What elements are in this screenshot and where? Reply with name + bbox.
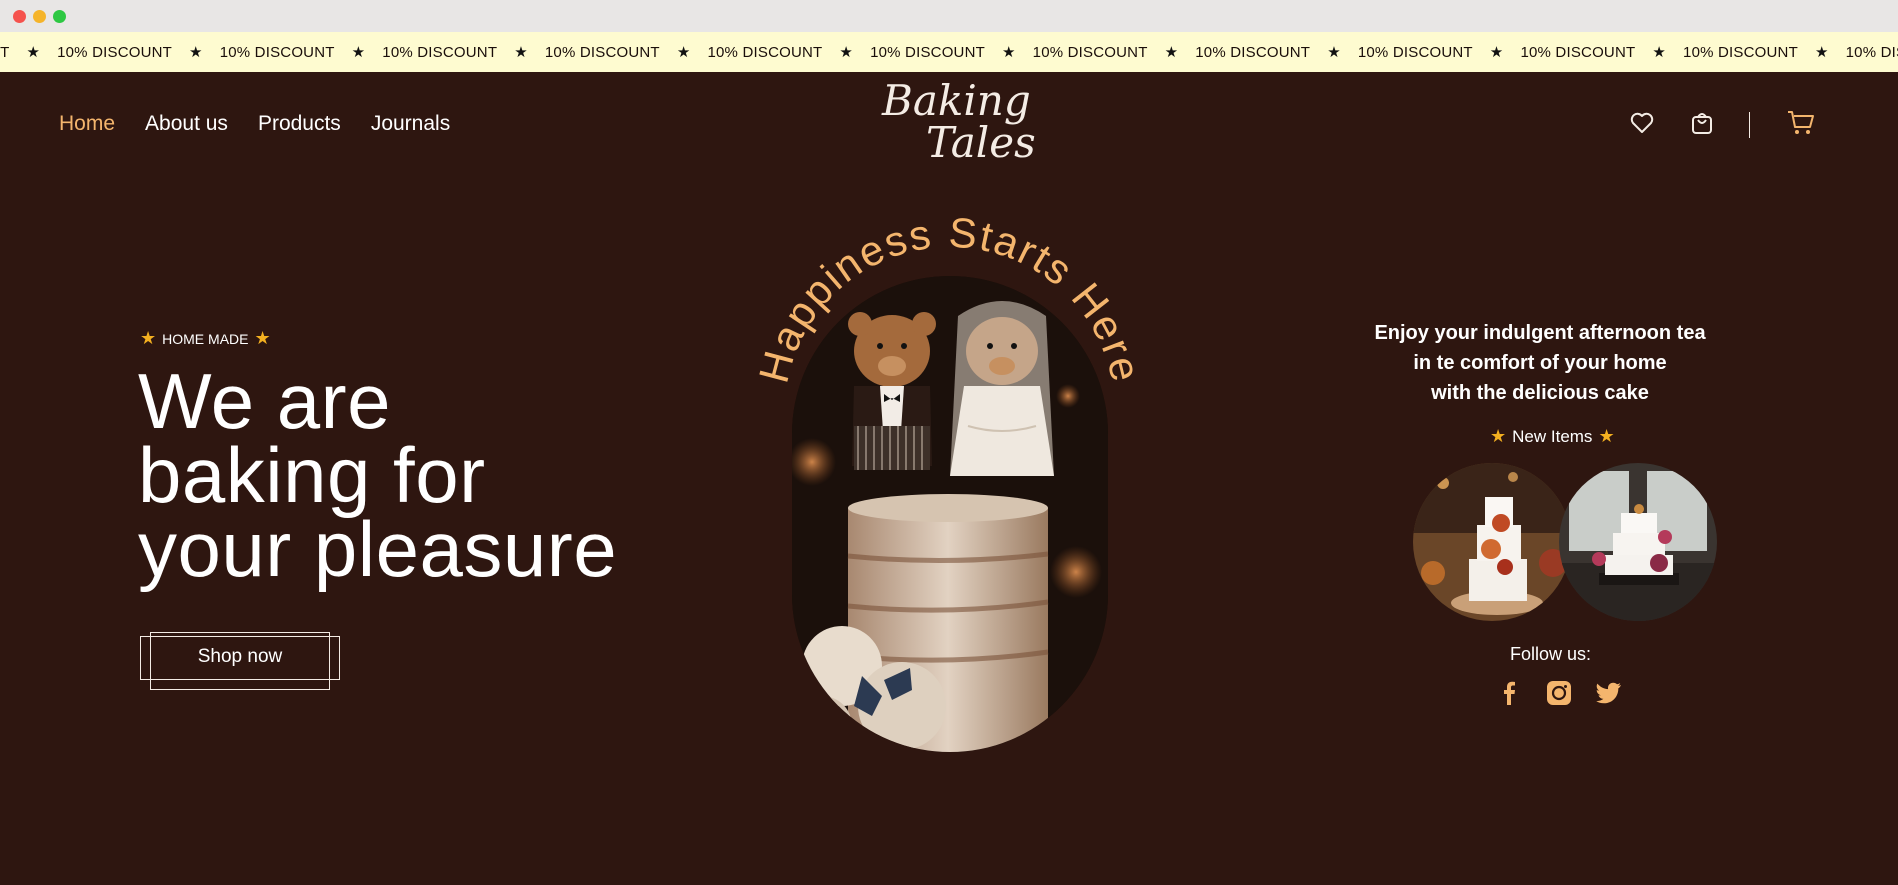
new-item-thumbnail[interactable]: [1559, 463, 1717, 621]
tiered-cake-image: [1559, 463, 1717, 621]
nav-journals[interactable]: Journals: [371, 112, 450, 136]
headline-line-2: baking for: [138, 431, 486, 519]
ticker-item: 10% DISCOUNT ★: [382, 43, 545, 62]
badge-text: HOME MADE: [162, 330, 249, 347]
header-divider: [1749, 112, 1750, 138]
shop-now-label: Shop now: [197, 646, 283, 667]
close-window-dot[interactable]: [13, 10, 26, 23]
hero-section: Home About us Products Journals Baking T…: [0, 72, 1898, 885]
star-icon: ★: [351, 44, 366, 61]
promo-line-3: with the delicious cake: [1431, 382, 1649, 404]
new-items-text: New Items: [1512, 426, 1593, 446]
follow-us-label: Follow us:: [1510, 644, 1592, 664]
home-made-badge: ★ HOME MADE ★: [140, 328, 271, 349]
ticker-text: 10% DISCOUNT: [1195, 43, 1311, 61]
star-icon: ★: [1489, 44, 1504, 61]
ticker-item: 10% DISCOUNT ★: [1683, 43, 1846, 62]
ticker-fragment-text: UNT: [0, 43, 10, 61]
minimize-window-dot[interactable]: [33, 10, 46, 23]
ticker-text: 10% DISCOUNT: [1683, 43, 1798, 61]
nav-home[interactable]: Home: [59, 112, 115, 136]
ticker-item: 10% DISCOUNT ★: [57, 43, 220, 62]
star-icon: ★: [676, 44, 691, 61]
logo-line-2: Tales: [926, 118, 1036, 167]
star-icon: ★: [1164, 44, 1179, 61]
star-icon: ★: [514, 44, 528, 61]
social-links: [1496, 680, 1622, 706]
cake-photo: [792, 276, 1108, 752]
star-icon: ★: [189, 44, 203, 61]
ticker-text: 10% DISCOUNT: [219, 43, 335, 61]
ticker-item: 10% DISCOUNT ★: [1032, 43, 1196, 62]
teddy-cake-illustration: [792, 276, 1108, 752]
twitter-icon[interactable]: [1596, 680, 1622, 706]
headline-line-1: We are: [138, 357, 391, 445]
promo-text: Enjoy your indulgent afternoon tea in te…: [1350, 318, 1730, 408]
ticker-text: 10% DISCOUNT: [870, 43, 985, 61]
ticker-item: 10% DISCOUNT ★: [870, 43, 1033, 62]
ticker-text: 10% DISCOUNT: [1845, 43, 1898, 61]
promo-line-2: in te comfort of your home: [1413, 352, 1667, 374]
star-icon: ★: [1598, 426, 1615, 446]
floral-cake-image: [1413, 463, 1571, 621]
maximize-window-dot[interactable]: [53, 10, 66, 23]
ticker-text: 10% DISCOUNT: [1357, 43, 1473, 61]
star-icon: ★: [1327, 44, 1341, 61]
ticker-item: 10% DISCOUNT ★: [544, 43, 708, 62]
star-icon: ★: [1652, 44, 1667, 61]
cart-icon[interactable]: [1786, 108, 1816, 138]
main-nav: Home About us Products Journals: [59, 112, 450, 136]
heart-icon[interactable]: [1627, 108, 1657, 138]
ticker-item: 10% DISCOUNT ★: [707, 43, 870, 62]
instagram-icon[interactable]: [1546, 680, 1572, 706]
star-icon: ★: [140, 328, 157, 348]
nav-about-us[interactable]: About us: [145, 112, 228, 136]
ticker-item: 10% DISCOUNT ★: [1357, 43, 1521, 62]
headline-line-3: your pleasure: [138, 505, 618, 593]
ticker-text: 10% DISCOUNT: [57, 43, 173, 61]
ticker-track: UNT ★ 10% DISCOUNT ★ 10% DISCOUNT ★ 10% DISC…: [0, 32, 1898, 72]
ticker-text: 10% DISCOUNT: [1520, 43, 1636, 61]
shop-now-button[interactable]: Shop now: [140, 632, 340, 690]
new-items-label: ★ New Items ★: [1490, 426, 1615, 447]
ticker-item: 10% DISCOUNT ★: [219, 43, 383, 62]
ticker-fragment: UNT ★: [0, 43, 57, 62]
star-icon: ★: [26, 44, 41, 61]
star-icon: ★: [1490, 426, 1507, 446]
new-items-gallery: [1413, 463, 1723, 623]
ticker-item: 10% DISCOUNT★: [1846, 43, 1898, 61]
header-icons: [1498, 108, 1898, 148]
nav-products[interactable]: Products: [258, 112, 341, 136]
promo-line-1: Enjoy your indulgent afternoon tea: [1374, 322, 1706, 344]
browser-chrome: [0, 0, 1898, 32]
hero-headline: We are baking for your pleasure: [138, 357, 618, 593]
star-icon: ★: [1814, 44, 1829, 61]
discount-ticker: UNT ★ 10% DISCOUNT ★ 10% DISCOUNT ★ 10% DISC…: [0, 32, 1898, 72]
ticker-text: 10% DISCOUNT: [382, 43, 498, 61]
ticker-item: 10% DISCOUNT ★: [1520, 43, 1683, 62]
bag-icon[interactable]: [1687, 108, 1717, 138]
star-icon: ★: [1002, 44, 1016, 61]
hero-image-group: Happiness Starts Here: [740, 212, 1160, 832]
facebook-icon[interactable]: [1496, 680, 1522, 706]
star-icon: ★: [839, 44, 854, 61]
ticker-item: 10% DISCOUNT ★: [1195, 43, 1358, 62]
ticker-text: 10% DISCOUNT: [707, 43, 823, 61]
brand-logo[interactable]: Baking Tales: [870, 76, 1036, 171]
new-item-thumbnail[interactable]: [1413, 463, 1571, 621]
ticker-text: 10% DISCOUNT: [1032, 43, 1148, 61]
ticker-text: 10% DISCOUNT: [544, 43, 660, 61]
star-icon: ★: [254, 328, 271, 348]
